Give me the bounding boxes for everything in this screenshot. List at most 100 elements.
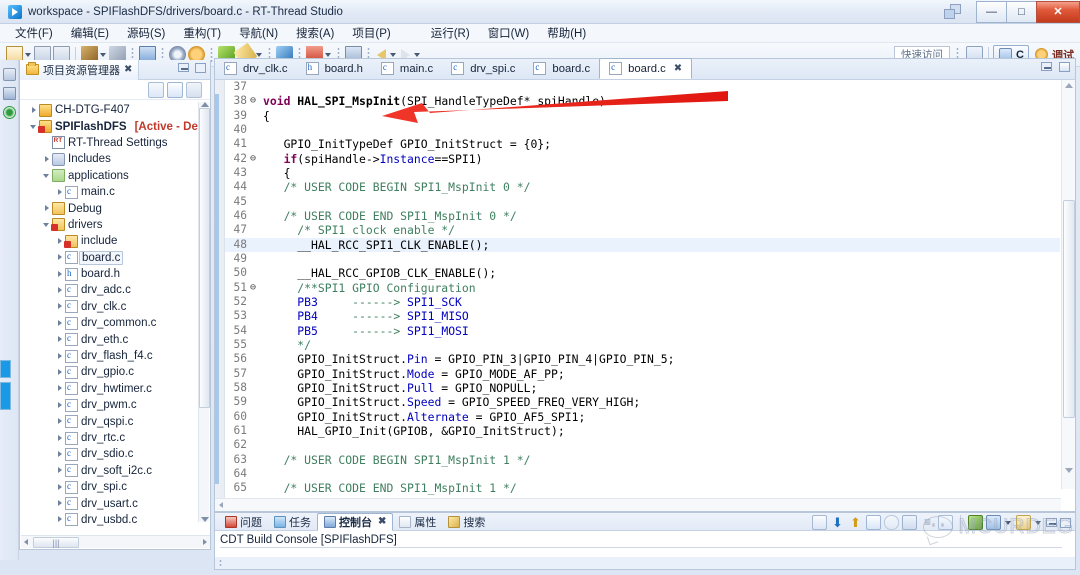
- code-line-64[interactable]: 64: [225, 467, 1060, 481]
- console-tab-0[interactable]: 问题: [219, 513, 268, 531]
- open-console-menu-icon[interactable]: [1016, 515, 1031, 530]
- tree-item-drv-usart-c[interactable]: drv_usart.c: [20, 495, 210, 511]
- menu-navigate[interactable]: 导航(N): [230, 25, 287, 41]
- tree-item-drv-common-c[interactable]: drv_common.c: [20, 315, 210, 331]
- collapse-arrow-icon[interactable]: [56, 352, 65, 361]
- tab-project-explorer[interactable]: 项目资源管理器 ✖: [20, 59, 140, 80]
- collapse-arrow-icon[interactable]: [56, 434, 65, 443]
- editor-scroll-thumb[interactable]: [1063, 200, 1075, 418]
- source-code[interactable]: 37 38 ⊖ void HAL_SPI_MspInit(SPI_HandleType…: [225, 80, 1060, 496]
- collapse-arrow-icon[interactable]: [30, 106, 39, 115]
- editor-body[interactable]: 37 38 ⊖ void HAL_SPI_MspInit(SPI_HandleType…: [215, 80, 1075, 511]
- menu-file[interactable]: 文件(F): [6, 25, 62, 41]
- code-line-41[interactable]: 41 GPIO_InitTypeDef GPIO_InitStruct = {0…: [225, 137, 1060, 151]
- code-line-61[interactable]: 61 HAL_GPIO_Init(GPIOB, &GPIO_InitStruct…: [225, 424, 1060, 438]
- collapse-arrow-icon[interactable]: [56, 384, 65, 393]
- tree-item-drv-hwtimer-c[interactable]: drv_hwtimer.c: [20, 381, 210, 397]
- fold-toggle-icon[interactable]: ⊖: [247, 281, 259, 295]
- collapse-arrow-icon[interactable]: [56, 335, 65, 344]
- editor-scroll-down-icon[interactable]: [1065, 468, 1073, 473]
- code-line-39[interactable]: 39 {: [225, 109, 1060, 123]
- outline-icon[interactable]: [2, 87, 16, 100]
- editor-scroll-left-icon[interactable]: [219, 502, 223, 508]
- restore-windows-icon[interactable]: [944, 3, 966, 20]
- tree-item-board-c[interactable]: board.c: [20, 250, 210, 266]
- console-maximize-icon[interactable]: [1060, 517, 1071, 528]
- console-tab-4[interactable]: 搜索: [442, 513, 491, 531]
- tree-item-include[interactable]: include: [20, 233, 210, 249]
- collapse-all-icon[interactable]: [148, 81, 164, 98]
- code-line-59[interactable]: 59 GPIO_InitStruct.Speed = GPIO_SPEED_FR…: [225, 395, 1060, 409]
- tree-item-main-c[interactable]: main.c: [20, 184, 210, 200]
- scroll-up-icon[interactable]: [201, 102, 209, 107]
- editor-minimize-icon[interactable]: [1041, 62, 1052, 71]
- tree-item-drv-pwm-c[interactable]: drv_pwm.c: [20, 397, 210, 413]
- word-wrap-icon[interactable]: [938, 515, 953, 530]
- pin-console-icon[interactable]: [866, 515, 881, 530]
- maximize-view-icon[interactable]: [195, 63, 206, 73]
- menu-window[interactable]: 窗口(W): [479, 25, 539, 41]
- tree-item-drv-usbd-c[interactable]: drv_usbd.c: [20, 512, 210, 528]
- code-line-42[interactable]: 42 ⊖ if(spiHandle->Instance==SPI1): [225, 152, 1060, 166]
- code-line-50[interactable]: 50 __HAL_RCC_GPIOB_CLK_ENABLE();: [225, 266, 1060, 280]
- collapse-arrow-icon[interactable]: [56, 286, 65, 295]
- tree-item-applications[interactable]: applications: [20, 168, 210, 184]
- open-console-icon[interactable]: [902, 515, 917, 530]
- collapse-arrow-icon[interactable]: [56, 499, 65, 508]
- close-icon[interactable]: ✖: [124, 64, 132, 75]
- tree-item-drv-adc-c[interactable]: drv_adc.c: [20, 282, 210, 298]
- collapse-arrow-icon[interactable]: [56, 188, 65, 197]
- collapse-arrow-icon[interactable]: [56, 417, 65, 426]
- code-line-62[interactable]: 62: [225, 438, 1060, 452]
- display-selected-console-icon[interactable]: [884, 515, 899, 530]
- code-line-44[interactable]: 44 /* USER CODE BEGIN SPI1_MspInit 0 */: [225, 180, 1060, 194]
- scroll-left-icon[interactable]: [24, 539, 28, 545]
- scroll-up-icon[interactable]: ⬆: [848, 515, 863, 530]
- tree-item-drv-soft-i2c-c[interactable]: drv_soft_i2c.c: [20, 463, 210, 479]
- collapse-arrow-icon[interactable]: [56, 368, 65, 377]
- code-line-48[interactable]: 48 __HAL_RCC_SPI1_CLK_ENABLE();: [225, 237, 1060, 252]
- menu-search[interactable]: 搜索(A): [287, 25, 343, 41]
- code-line-58[interactable]: 58 GPIO_InitStruct.Pull = GPIO_NOPULL;: [225, 381, 1060, 395]
- editor-vertical-scrollbar[interactable]: [1061, 80, 1075, 489]
- close-icon[interactable]: ✖: [378, 516, 386, 527]
- collapse-arrow-icon[interactable]: [56, 483, 65, 492]
- code-line-47[interactable]: 47 /* SPI1 clock enable */: [225, 223, 1060, 237]
- scroll-down-icon[interactable]: ⬇: [830, 515, 845, 530]
- code-line-54[interactable]: 54 PB5 ------> SPI1_MOSI: [225, 324, 1060, 338]
- new-console-dropdown-icon[interactable]: [1004, 514, 1013, 531]
- code-line-57[interactable]: 57 GPIO_InitStruct.Mode = GPIO_MODE_AF_P…: [225, 367, 1060, 381]
- tree-item-drv-rtc-c[interactable]: drv_rtc.c: [20, 430, 210, 446]
- code-line-65[interactable]: 65 /* USER CODE END SPI1_MspInit 1 */: [225, 481, 1060, 495]
- restore-view-icon[interactable]: [2, 68, 16, 81]
- editor-tab-drv-clk-c-0[interactable]: drv_clk.c: [215, 58, 297, 79]
- console-tab-2[interactable]: 控制台 ✖: [317, 512, 394, 531]
- code-line-56[interactable]: 56 GPIO_InitStruct.Pin = GPIO_PIN_3|GPIO…: [225, 352, 1060, 366]
- fold-toggle-icon[interactable]: ⊖: [247, 152, 259, 166]
- link-with-editor-icon[interactable]: [167, 81, 183, 98]
- menu-run[interactable]: 运行(R): [422, 25, 479, 41]
- code-line-60[interactable]: 60 GPIO_InitStruct.Alternate = GPIO_AF5_…: [225, 410, 1060, 424]
- terminate-icon[interactable]: [968, 515, 983, 530]
- tree-item-drv-spi-c[interactable]: drv_spi.c: [20, 479, 210, 495]
- code-line-45[interactable]: 45: [225, 195, 1060, 209]
- close-icon[interactable]: ✖: [674, 63, 682, 74]
- tree-item-drivers[interactable]: drivers: [20, 217, 210, 233]
- tree-item-debug[interactable]: Debug: [20, 200, 210, 216]
- expand-arrow-icon[interactable]: [43, 171, 52, 180]
- scroll-right-icon[interactable]: [203, 539, 207, 545]
- minimize-button[interactable]: —: [976, 0, 1006, 23]
- collapse-arrow-icon[interactable]: [56, 515, 65, 524]
- collapse-arrow-icon[interactable]: [43, 204, 52, 213]
- code-line-43[interactable]: 43 {: [225, 166, 1060, 180]
- collapse-arrow-icon[interactable]: [56, 319, 65, 328]
- explorer-vertical-scrollbar[interactable]: [198, 102, 210, 522]
- explorer-horizontal-scrollbar[interactable]: |||: [21, 535, 210, 548]
- console-tab-1[interactable]: 任务: [268, 513, 317, 531]
- hscroll-thumb[interactable]: |||: [33, 537, 79, 548]
- editor-tab-board-c-5[interactable]: board.c ✖: [599, 58, 693, 79]
- tree-item-board-h[interactable]: board.h: [20, 266, 210, 282]
- code-line-51[interactable]: 51 ⊖ /**SPI1 GPIO Configuration: [225, 281, 1060, 295]
- code-line-37[interactable]: 37: [225, 80, 1060, 94]
- tree-item-drv-eth-c[interactable]: drv_eth.c: [20, 331, 210, 347]
